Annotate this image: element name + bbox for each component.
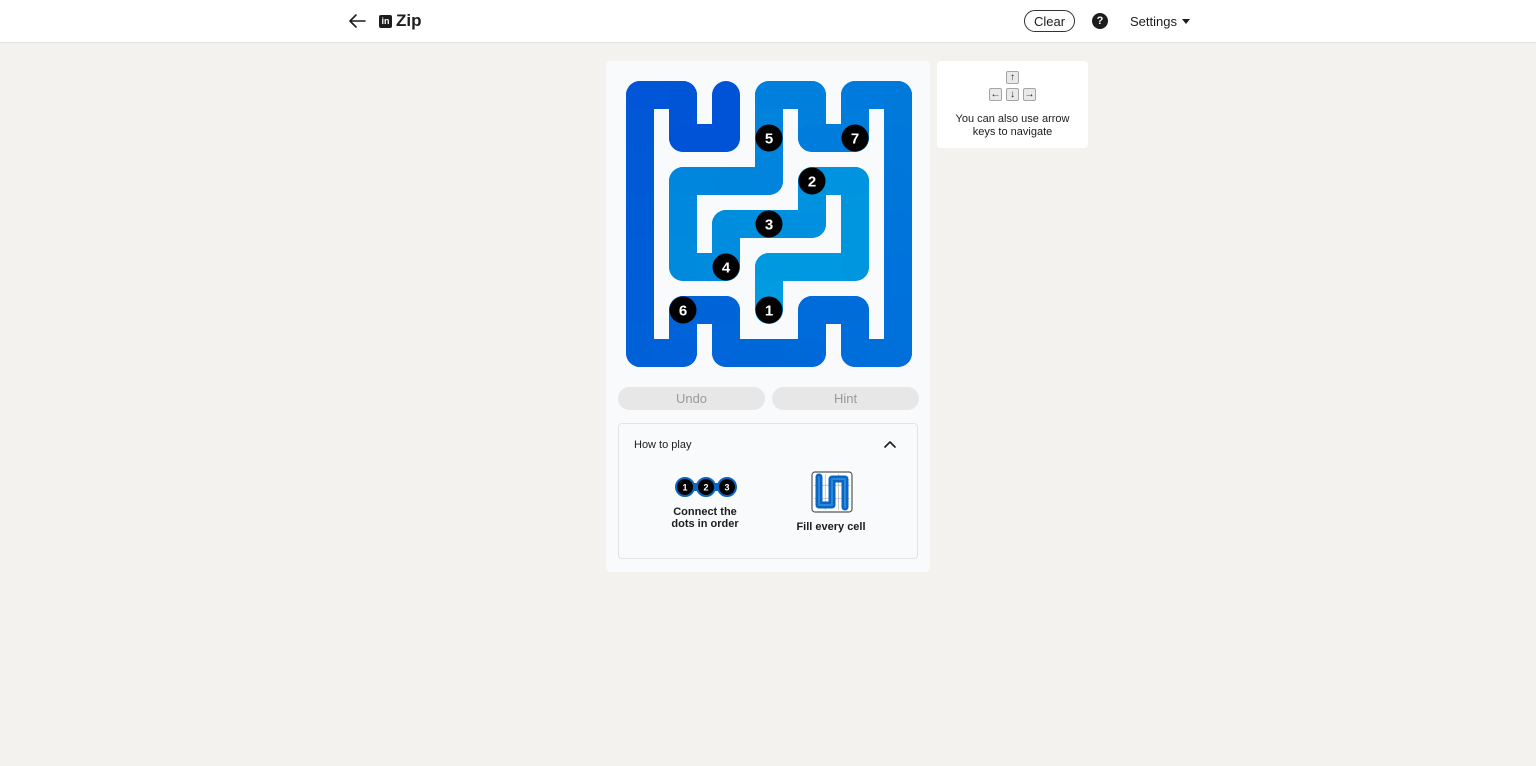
back-arrow-icon[interactable]	[346, 10, 368, 32]
number-dot-4[interactable]: 4	[712, 253, 740, 281]
rule-fill-cells: Fill every cell	[781, 521, 881, 533]
clear-button[interactable]: Clear	[1024, 10, 1075, 32]
rule-line: dots in order	[671, 518, 739, 530]
rule-connect-dots: Connect the dots in order	[655, 506, 755, 530]
game-title: Zip	[396, 11, 422, 30]
undo-button[interactable]: Undo	[618, 387, 765, 410]
how-to-play-panel: How to play 1 2 3 Connect the dots in or…	[618, 423, 918, 559]
chevron-down-icon	[1181, 19, 1190, 24]
svg-text:1: 1	[682, 483, 687, 493]
settings-label: Settings	[1130, 14, 1177, 29]
example-dot: 1	[675, 477, 695, 497]
arrow-down-key-icon: ↓	[1006, 88, 1019, 101]
number-dot-3[interactable]: 3	[755, 210, 783, 238]
svg-text:7: 7	[851, 131, 859, 148]
top-bar: in Zip Clear ? Settings	[0, 0, 1536, 43]
arrow-left-key-icon: ←	[989, 88, 1002, 101]
svg-text:2: 2	[703, 483, 708, 493]
rule-line: Connect the	[673, 506, 737, 518]
tip-line: keys to navigate	[972, 126, 1053, 138]
svg-text:5: 5	[765, 131, 773, 148]
navigation-tip: ↑ ← ↓ → You can also use arrow keys to n…	[937, 61, 1088, 148]
svg-text:1: 1	[765, 303, 773, 320]
number-dot-2[interactable]: 2	[798, 167, 826, 195]
number-dot-5[interactable]: 5	[755, 124, 783, 152]
example-dot: 2	[696, 477, 716, 497]
tip-line: You can also use arrow	[955, 113, 1070, 125]
connect-dots-illustration: 1 2 3	[675, 477, 737, 497]
chevron-up-icon[interactable]	[881, 436, 899, 454]
svg-text:4: 4	[722, 260, 731, 277]
arrow-right-key-icon: →	[1023, 88, 1036, 101]
svg-text:3: 3	[724, 483, 729, 493]
navigation-tip-text: You can also use arrow keys to navigate	[949, 113, 1076, 139]
game-brand: in Zip	[379, 11, 422, 31]
number-dot-7[interactable]: 7	[841, 124, 869, 152]
number-dot-6[interactable]: 6	[669, 296, 697, 324]
rule-line: Fill every cell	[796, 521, 866, 533]
linkedin-logo-icon: in	[379, 14, 392, 28]
svg-text:6: 6	[679, 303, 687, 320]
how-to-play-title: How to play	[634, 439, 692, 451]
svg-text:3: 3	[765, 217, 773, 234]
hint-button[interactable]: Hint	[772, 387, 919, 410]
number-dot-1[interactable]: 1	[755, 296, 783, 324]
arrow-up-key-icon: ↑	[1006, 71, 1019, 84]
fill-grid-illustration	[811, 471, 853, 513]
example-dot: 3	[717, 477, 737, 497]
settings-menu[interactable]: Settings	[1130, 14, 1190, 29]
help-icon[interactable]: ?	[1092, 13, 1108, 29]
game-card: 1 2 3 4 5 6 7 Undo Hint How to play 1 2 3 Conn…	[606, 61, 930, 572]
puzzle-board[interactable]: 1 2 3 4 5 6 7	[626, 81, 912, 367]
svg-text:2: 2	[808, 174, 816, 191]
